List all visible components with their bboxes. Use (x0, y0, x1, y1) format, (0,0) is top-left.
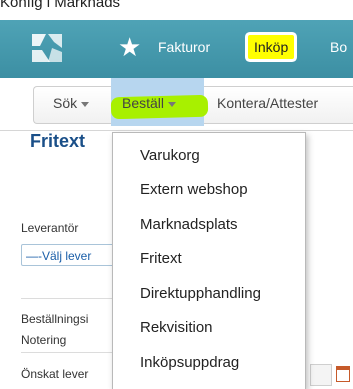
subnav-kontera-attester[interactable]: Kontera/Attester (217, 95, 318, 111)
calendar-icon[interactable] (336, 366, 350, 382)
caption-text: Konfig i Marknads (0, 0, 121, 11)
top-navigation-bar: ★ Fakturor Inköp Bo (0, 20, 353, 78)
menu-item-fritext[interactable]: Fritext (140, 250, 182, 267)
page-title: Fritext (30, 131, 86, 151)
nav-fakturor[interactable]: Fakturor (158, 38, 210, 56)
favorites-star-icon[interactable]: ★ (118, 32, 141, 62)
nav-partial-item[interactable]: Bo (330, 38, 347, 56)
menu-item-direktupphandling[interactable]: Direktupphandling (140, 285, 261, 302)
menu-item-extern-webshop[interactable]: Extern webshop (140, 181, 248, 198)
menu-item-rekvisition[interactable]: Rekvisition (140, 319, 213, 336)
bestall-dropdown-menu: Varukorg Extern webshop Marknadsplats Fr… (112, 132, 306, 389)
chevron-down-icon (168, 101, 177, 107)
partial-caption-text: Konfig i Marknads (0, 0, 353, 20)
leverantor-select[interactable]: —-Välj lever (21, 244, 121, 266)
subnav-sok-label: Sök (53, 95, 78, 111)
nav-inkop[interactable]: Inköp (248, 35, 295, 59)
subnav-sok[interactable]: Sök (53, 95, 90, 111)
subnav-bestall[interactable]: Beställ (122, 95, 177, 111)
leverantor-label: Leverantör (21, 221, 79, 235)
menu-item-inkopsuppdrag[interactable]: Inköpsuppdrag (140, 354, 239, 371)
app-logo-icon[interactable] (30, 30, 64, 66)
menu-item-marknadsplats[interactable]: Marknadsplats (140, 216, 238, 233)
date-input[interactable] (310, 364, 332, 386)
bestallning-section-label: Beställningsi (21, 312, 89, 326)
menu-item-varukorg[interactable]: Varukorg (140, 147, 200, 164)
chevron-down-icon (81, 101, 90, 107)
subnav-bestall-label: Beställ (122, 95, 165, 111)
onskat-leverans-label: Önskat lever (21, 367, 89, 381)
notering-label: Notering (21, 333, 67, 347)
